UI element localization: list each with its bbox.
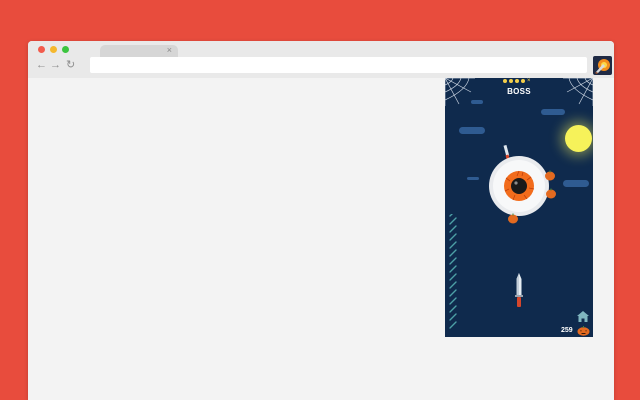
stage-progress: × — [503, 78, 535, 86]
stage-dot — [521, 79, 525, 83]
forward-button[interactable]: → — [50, 58, 61, 72]
boss-eyeball-target — [489, 145, 556, 224]
browser-toolbar: × ← → ↻ — [28, 41, 614, 79]
boss-stage-marker: × — [527, 78, 531, 84]
browser-tab[interactable]: × — [100, 45, 178, 57]
cloud — [563, 180, 589, 187]
close-window-button[interactable] — [38, 46, 45, 53]
address-bar[interactable] — [90, 57, 587, 73]
cloud — [459, 127, 485, 134]
home-icon[interactable] — [577, 311, 589, 322]
pumpkin-icon — [577, 326, 590, 336]
cloud — [467, 177, 479, 180]
cloud — [471, 100, 483, 104]
page-viewport: × BOSS 259 — [28, 78, 614, 400]
remaining-knives-indicator — [449, 214, 457, 329]
maximize-window-button[interactable] — [62, 46, 69, 53]
stage-dot — [503, 79, 507, 83]
tab-close-icon[interactable]: × — [167, 44, 172, 56]
game-canvas[interactable]: × BOSS 259 — [445, 78, 593, 337]
browser-window: × ← → ↻ × BOSS 259 — [28, 41, 614, 400]
pumpkin-icon — [545, 170, 555, 181]
knife-icon[interactable] — [514, 273, 524, 309]
cloud — [541, 109, 565, 115]
moon-decoration — [565, 125, 592, 152]
stage-dot — [515, 79, 519, 83]
extension-art — [595, 59, 610, 74]
back-button[interactable]: ← — [36, 58, 47, 72]
stage-dot — [509, 79, 513, 83]
stage-label: BOSS — [507, 87, 531, 96]
minimize-window-button[interactable] — [50, 46, 57, 53]
score-value: 259 — [561, 327, 573, 334]
reload-button[interactable]: ↻ — [66, 58, 75, 72]
knife-hit-extension-icon[interactable] — [593, 56, 612, 75]
